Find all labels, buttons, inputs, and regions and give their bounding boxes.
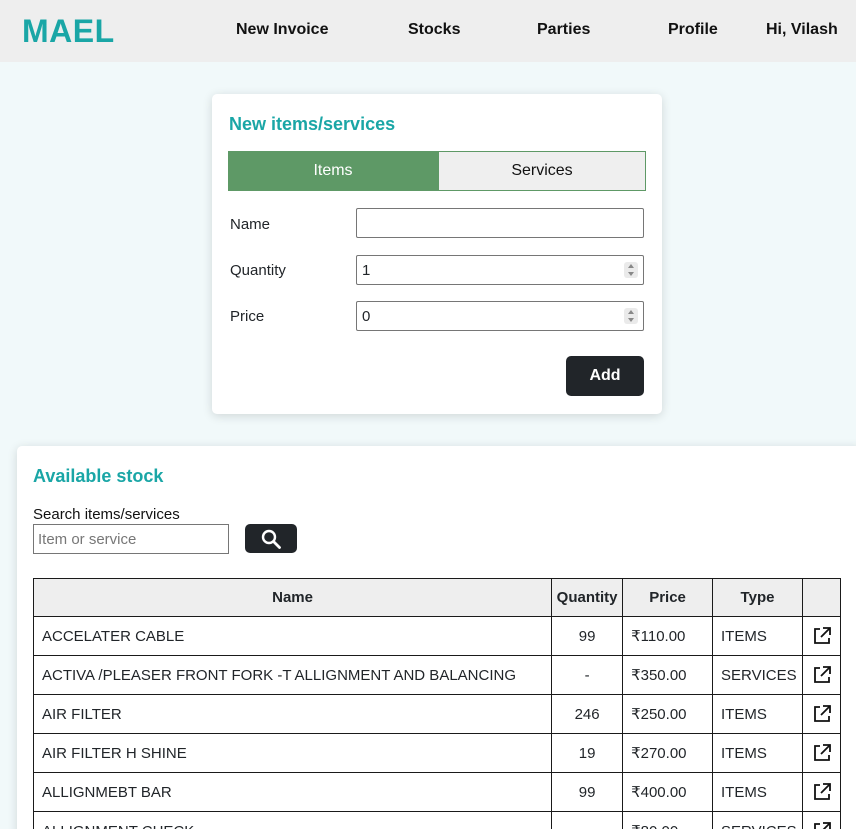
new-item-card: New items/services Items Services Name Q… — [212, 94, 662, 414]
table-header-row: Name Quantity Price Type — [32, 578, 841, 617]
cell-name: AIR FILTER — [32, 694, 553, 734]
cell-name: ACCELATER CABLE — [32, 616, 553, 656]
cell-quantity: 246 — [551, 694, 624, 734]
search-icon — [261, 529, 281, 549]
cell-action — [802, 655, 841, 695]
table-row: AIR FILTER 246 ₹250.00 ITEMS — [32, 694, 841, 734]
col-header-action — [802, 578, 841, 617]
tab-services[interactable]: Services — [438, 151, 646, 191]
open-in-new-icon[interactable] — [812, 821, 832, 829]
table-row: ACCELATER CABLE 99 ₹110.00 ITEMS — [32, 616, 841, 656]
open-in-new-icon[interactable] — [812, 665, 832, 685]
table-row: ALLIGNMENT CHECK-₹80.00SERVICES — [32, 811, 841, 829]
nav-parties[interactable]: Parties — [537, 21, 590, 39]
cell-name: AIR FILTER H SHINE — [32, 733, 553, 773]
open-in-new-icon[interactable] — [812, 704, 832, 724]
stock-title: Available stock — [33, 466, 164, 486]
name-input[interactable] — [356, 208, 644, 238]
open-in-new-icon[interactable] — [812, 626, 832, 646]
cell-type: ITEMS — [712, 694, 803, 734]
stock-card: Available stock Search items/services It… — [17, 446, 856, 829]
open-in-new-icon[interactable] — [812, 743, 832, 763]
quantity-stepper[interactable] — [624, 262, 638, 278]
cell-price: ₹250.00 — [622, 694, 714, 734]
cell-quantity: - — [551, 811, 624, 829]
nav-stocks[interactable]: Stocks — [408, 21, 460, 39]
stock-table: Name Quantity Price Type ACCELATER CABLE… — [32, 578, 841, 829]
search-input[interactable]: Item or service — [33, 524, 229, 554]
col-header-price: Price — [622, 578, 714, 617]
cell-type: ITEMS — [712, 616, 803, 656]
quantity-value: 1 — [362, 261, 371, 279]
open-in-new-icon[interactable] — [812, 782, 832, 802]
cell-price: ₹350.00 — [622, 655, 714, 695]
cell-type: ITEMS — [712, 733, 803, 773]
tab-items[interactable]: Items — [228, 151, 438, 191]
nav-profile[interactable]: Profile — [668, 21, 718, 39]
cell-price: ₹80.00 — [622, 811, 714, 829]
quantity-label: Quantity — [230, 262, 286, 279]
cell-name: ACTIVA /PLEASER FRONT FORK -T ALLIGNMENT… — [32, 655, 553, 695]
table-row: AIR FILTER H SHINE 19 ₹270.00 ITEMS — [32, 733, 841, 773]
cell-action — [802, 811, 841, 829]
table-row: ALLIGNMEBT BAR 99 ₹400.00 ITEMS — [32, 772, 841, 812]
nav-new-invoice[interactable]: New Invoice — [236, 21, 328, 39]
search-button[interactable] — [245, 524, 297, 553]
price-label: Price — [230, 308, 265, 325]
brand-logo[interactable]: MAEL — [22, 13, 115, 50]
cell-name: ALLIGNMENT CHECK — [32, 811, 553, 829]
navbar: MAEL New Invoice Stocks Parties Profile … — [0, 0, 856, 62]
cell-type: ITEMS — [712, 772, 803, 812]
col-header-name: Name — [32, 578, 553, 617]
price-value: 0 — [362, 307, 371, 325]
name-label: Name — [230, 216, 271, 233]
cell-price: ₹400.00 — [622, 772, 714, 812]
new-item-title: New items/services — [229, 114, 396, 134]
cell-action — [802, 616, 841, 656]
cell-quantity: - — [551, 655, 624, 695]
cell-action — [802, 733, 841, 773]
user-greeting[interactable]: Hi, Vilash — [766, 21, 838, 39]
col-header-type: Type — [712, 578, 803, 617]
cell-quantity: 99 — [551, 772, 624, 812]
cell-action — [802, 694, 841, 734]
cell-quantity: 19 — [551, 733, 624, 773]
col-header-quantity: Quantity — [551, 578, 624, 617]
cell-name: ALLIGNMEBT BAR — [32, 772, 553, 812]
cell-quantity: 99 — [551, 616, 624, 656]
price-stepper[interactable] — [624, 308, 638, 324]
cell-price: ₹270.00 — [622, 733, 714, 773]
add-button[interactable]: Add — [566, 356, 644, 396]
search-label: Search items/services — [33, 506, 180, 523]
quantity-input[interactable]: 1 — [356, 255, 644, 285]
cell-action — [802, 772, 841, 812]
cell-price: ₹110.00 — [622, 616, 714, 656]
cell-type: SERVICES — [712, 655, 803, 695]
table-row: ACTIVA /PLEASER FRONT FORK -T ALLIGNMENT… — [32, 655, 841, 695]
price-input[interactable]: 0 — [356, 301, 644, 331]
cell-type: SERVICES — [712, 811, 803, 829]
